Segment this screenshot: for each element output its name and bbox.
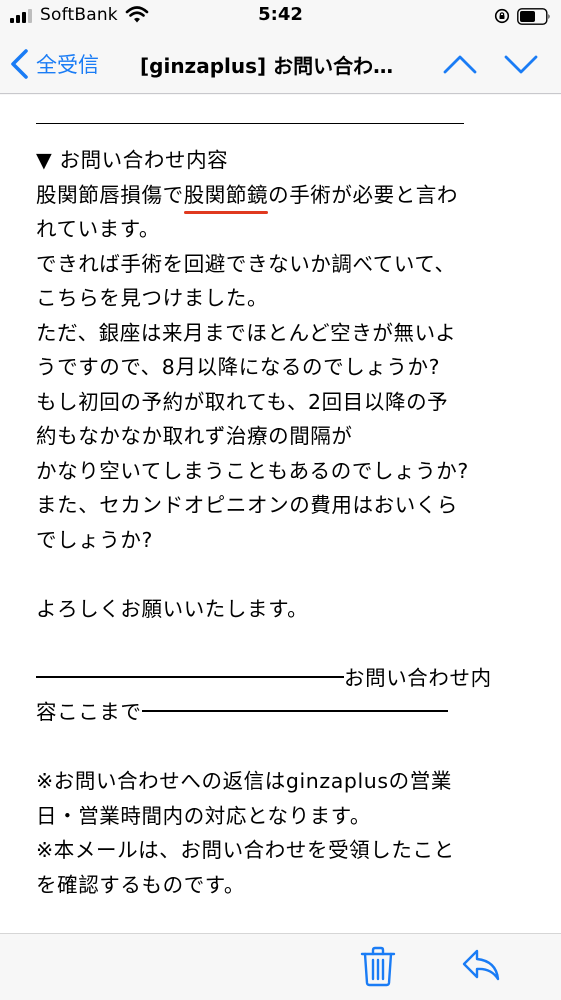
highlighted-term: 股関節鏡 [183,178,269,214]
body-line: できれば手術を回避できないか調べていて、 [36,251,456,276]
dash-rule [141,710,448,712]
status-bar: SoftBank 5:42 [0,0,561,34]
end-marker-line: お問い合わせ内 [36,661,536,696]
mail-toolbar [0,933,561,1000]
mail-body[interactable]: ▼ お問い合わせ内容 股関節唇損傷で股関節鏡の手術が必要と言わ れています。 で… [0,95,561,933]
note-line: ※お問い合わせへの返信はginzaplusの営業 [36,769,452,793]
body-line: 股関節唇損傷で股関節鏡の手術が必要と言わ [36,178,536,214]
back-button[interactable]: 全受信 [8,46,99,82]
body-line: また、セカンドオピニオンの費用はおいくら [36,493,458,517]
greeting-line: よろしくお願いいたします。 [36,596,309,621]
body-line: もし初回の予約が取れても、2回目以降の予 [36,389,449,414]
body-line: ただ、銀座は来月までほとんど空きが無いよ [36,320,457,345]
battery-icon [517,8,550,25]
body-line: れています。 [36,217,160,241]
note-line: ※本メールは、お問い合わせを受領したこと [36,838,455,862]
back-button-label: 全受信 [36,53,99,77]
mail-subject-title: [ginzaplus] お問い合わ… [140,54,394,78]
status-time: 5:42 [258,4,303,25]
body-line: でしょうか? [36,527,153,552]
body-line: かなり空いてしまうこともあるのでしょうか? [36,458,469,483]
chevron-left-icon [11,49,28,79]
mail-body-text: ▼ お問い合わせ内容 股関節唇損傷で股関節鏡の手術が必要と言わ れています。 で… [36,143,536,902]
note-line: を確認するものです。 [36,872,245,897]
body-line: 約もなかなか取れず治療の間隔が [36,424,353,448]
body-line: こちらを見つけました。 [36,286,269,310]
dash-rule [36,675,344,678]
end-marker-line: 容ここまで [36,695,536,730]
previous-message-button[interactable] [441,48,479,80]
reply-button[interactable] [460,946,502,984]
next-message-button[interactable] [502,48,540,80]
mail-nav-bar: 全受信 [ginzaplus] お問い合わ… [0,34,561,94]
trash-button[interactable] [358,944,398,988]
body-line: うですので、8月以降になるのでしょうか? [36,355,441,379]
divider-line [36,123,464,124]
section-heading: ▼ お問い合わせ内容 [36,148,229,172]
note-line: 日・営業時間内の対応となります。 [36,803,371,828]
rotation-lock-icon [494,8,510,24]
